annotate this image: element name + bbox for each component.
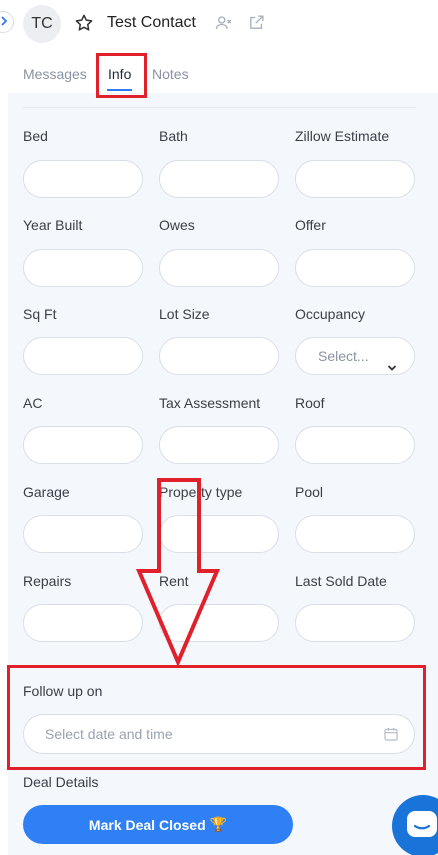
field-label-owes: Owes: [159, 217, 195, 233]
field-label-lot-size: Lot Size: [159, 306, 210, 322]
field-label-year-built: Year Built: [23, 217, 83, 233]
field-label-rent: Rent: [159, 573, 189, 589]
property-type-input[interactable]: [159, 515, 279, 553]
field-label-bed: Bed: [23, 128, 48, 144]
ac-input[interactable]: [23, 426, 143, 464]
zillow-estimate-input[interactable]: [295, 160, 415, 198]
field-label-offer: Offer: [295, 217, 326, 233]
mark-deal-closed-label: Mark Deal Closed: [88, 816, 206, 833]
annotation-highlight-follow-up: [7, 665, 426, 770]
field-label-sq-ft: Sq Ft: [23, 306, 57, 322]
sq-ft-input[interactable]: [23, 337, 143, 375]
deal-details-label: Deal Details: [23, 774, 99, 790]
tax-assessment-input[interactable]: [159, 426, 279, 464]
annotation-highlight-info-tab: [96, 53, 147, 98]
last-sold-date-input[interactable]: [295, 604, 415, 642]
year-built-input[interactable]: [23, 249, 143, 287]
field-label-bath: Bath: [159, 128, 188, 144]
favorite-star-icon[interactable]: [74, 13, 94, 38]
avatar[interactable]: TC: [23, 5, 61, 43]
tab-bar: Messages Info Notes: [0, 55, 438, 93]
lot-size-input[interactable]: [159, 337, 279, 375]
pool-input[interactable]: [295, 515, 415, 553]
bed-input[interactable]: [23, 160, 143, 198]
repairs-input[interactable]: [23, 604, 143, 642]
offer-input[interactable]: [295, 249, 415, 287]
rent-input[interactable]: [159, 604, 279, 642]
chevron-down-icon: [387, 350, 397, 386]
tab-messages[interactable]: Messages: [23, 66, 87, 82]
avatar-initials: TC: [31, 15, 53, 32]
field-label-garage: Garage: [23, 484, 70, 500]
field-label-zillow-estimate: Zillow Estimate: [295, 128, 390, 144]
owes-input[interactable]: [159, 249, 279, 287]
remove-contact-icon[interactable]: [215, 14, 233, 37]
field-label-occupancy: Occupancy: [295, 306, 366, 322]
roof-input[interactable]: [295, 426, 415, 464]
occupancy-select[interactable]: Select...: [295, 337, 415, 375]
chat-bubble-icon: [405, 807, 438, 846]
field-label-ac: AC: [23, 395, 43, 411]
contact-name: Test Contact: [107, 14, 196, 31]
field-label-roof: Roof: [295, 395, 325, 411]
field-label-property-type: Property type: [159, 484, 243, 500]
trophy-icon: 🏆: [209, 816, 228, 832]
field-label-last-sold-date: Last Sold Date: [295, 573, 387, 589]
garage-input[interactable]: [23, 515, 143, 553]
occupancy-select-value: Select...: [318, 348, 369, 364]
field-label-repairs: Repairs: [23, 573, 72, 589]
field-label-pool: Pool: [295, 484, 324, 500]
section-divider: [23, 107, 416, 108]
mark-deal-closed-button[interactable]: Mark Deal Closed 🏆: [23, 805, 293, 844]
bath-input[interactable]: [159, 160, 279, 198]
open-external-icon[interactable]: [248, 14, 265, 36]
field-label-tax-assessment: Tax Assessment: [159, 395, 261, 411]
tab-notes[interactable]: Notes: [152, 66, 189, 82]
contact-header: TC Test Contact: [0, 0, 438, 48]
chevron-right-icon: [0, 13, 8, 31]
